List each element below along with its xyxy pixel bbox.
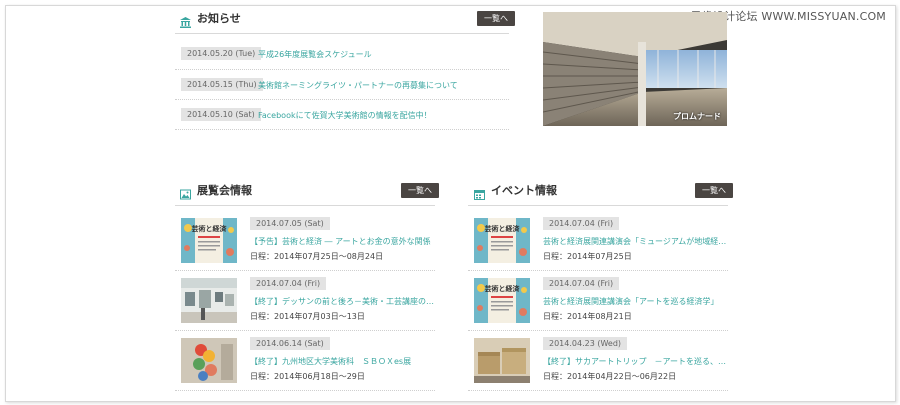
exhibition-thumb-1[interactable]: 芸術と経済 <box>181 218 237 263</box>
news-date-1: 2014.05.20 (Tue) <box>181 47 262 60</box>
event-title-1[interactable]: 芸術と経済展関連講演会「ミュージアムが地域経… <box>543 236 726 247</box>
event-schedule-2: 日程：2014年08月21日 <box>543 312 632 321</box>
exhibition-title-3[interactable]: 【終了】九州地区大学美術科 ＳＢＯＸes展 <box>250 356 411 367</box>
event-thumb-3[interactable] <box>474 338 530 383</box>
news-divider <box>175 33 509 34</box>
exhibition-date-3: 2014.06.14 (Sat) <box>250 337 330 350</box>
svg-text:芸術と経済: 芸術と経済 <box>192 224 228 233</box>
svg-text:芸術と経済: 芸術と経済 <box>485 284 521 293</box>
news-link-2[interactable]: 美術館ネーミングライツ・パートナーの再募集について <box>258 80 458 91</box>
news-separator <box>175 129 509 130</box>
event-date-3: 2014.04.23 (Wed) <box>543 337 628 350</box>
news-header: お知らせ <box>180 8 241 28</box>
exhibition-thumb-3[interactable] <box>181 338 237 383</box>
events-divider <box>468 205 728 206</box>
news-more-button[interactable]: 一覧へ <box>477 11 515 26</box>
news-link-1[interactable]: 平成26年度展覧会スケジュール <box>258 49 372 60</box>
exhibitions-title: 展覧会情報 <box>197 184 252 197</box>
news-title: お知らせ <box>197 12 241 25</box>
exhibition-separator <box>175 390 435 391</box>
news-date-2: 2014.05.15 (Thu) <box>181 78 263 91</box>
events-title: イベント情報 <box>491 184 557 197</box>
event-separator <box>468 390 728 391</box>
event-date-1: 2014.07.04 (Fri) <box>543 217 620 230</box>
events-more-button[interactable]: 一覧へ <box>695 183 733 198</box>
promenade-photo[interactable]: プロムナード <box>543 12 727 126</box>
exhibition-title-2[interactable]: 【終了】デッサンの前と後ろ－美術・工芸講座の… <box>250 296 434 307</box>
event-separator <box>468 330 728 331</box>
exhibition-thumb-2[interactable] <box>181 278 237 323</box>
calendar-icon <box>474 185 485 200</box>
news-separator <box>175 99 509 100</box>
exhibition-date-1: 2014.07.05 (Sat) <box>250 217 330 230</box>
image-icon <box>180 185 191 199</box>
event-title-2[interactable]: 芸術と経済展関連講演会「アートを巡る経済学」 <box>543 296 719 307</box>
exhibition-schedule-1: 日程：2014年07月25日～08月24日 <box>250 252 384 261</box>
event-date-2: 2014.07.04 (Fri) <box>543 277 620 290</box>
exhibition-date-2: 2014.07.04 (Fri) <box>250 277 327 290</box>
exhibition-separator <box>175 330 435 331</box>
event-separator <box>468 270 728 271</box>
svg-text:芸術と経済: 芸術と経済 <box>485 224 521 233</box>
events-header: イベント情報 <box>474 180 557 200</box>
exhibitions-divider <box>175 205 435 206</box>
news-link-3[interactable]: Facebookにて佐賀大学美術館の情報を配信中！ <box>258 110 432 121</box>
exhibition-title-1[interactable]: 【予告】芸術と経済 ― アートとお金の意外な関係 <box>250 236 431 247</box>
exhibition-schedule-2: 日程：2014年07月03日～13日 <box>250 312 365 321</box>
exhibitions-header: 展覧会情報 <box>180 180 252 200</box>
event-thumb-1[interactable]: 芸術と経済 <box>474 218 530 263</box>
event-thumb-2[interactable]: 芸術と経済 <box>474 278 530 323</box>
exhibitions-more-button[interactable]: 一覧へ <box>401 183 439 198</box>
exhibition-separator <box>175 270 435 271</box>
news-date-3: 2014.05.10 (Sat) <box>181 108 261 121</box>
screenshot-frame <box>5 5 896 402</box>
event-schedule-1: 日程：2014年07月25日 <box>543 252 632 261</box>
event-title-3[interactable]: 【終了】サカアートトリップ －アートを巡る、… <box>543 356 726 367</box>
event-schedule-3: 日程：2014年04月22日～06月22日 <box>543 372 677 381</box>
exhibition-schedule-3: 日程：2014年06月18日～29日 <box>250 372 365 381</box>
news-separator <box>175 69 509 70</box>
photo-caption: プロムナード <box>673 112 721 121</box>
building-icon <box>180 13 191 28</box>
